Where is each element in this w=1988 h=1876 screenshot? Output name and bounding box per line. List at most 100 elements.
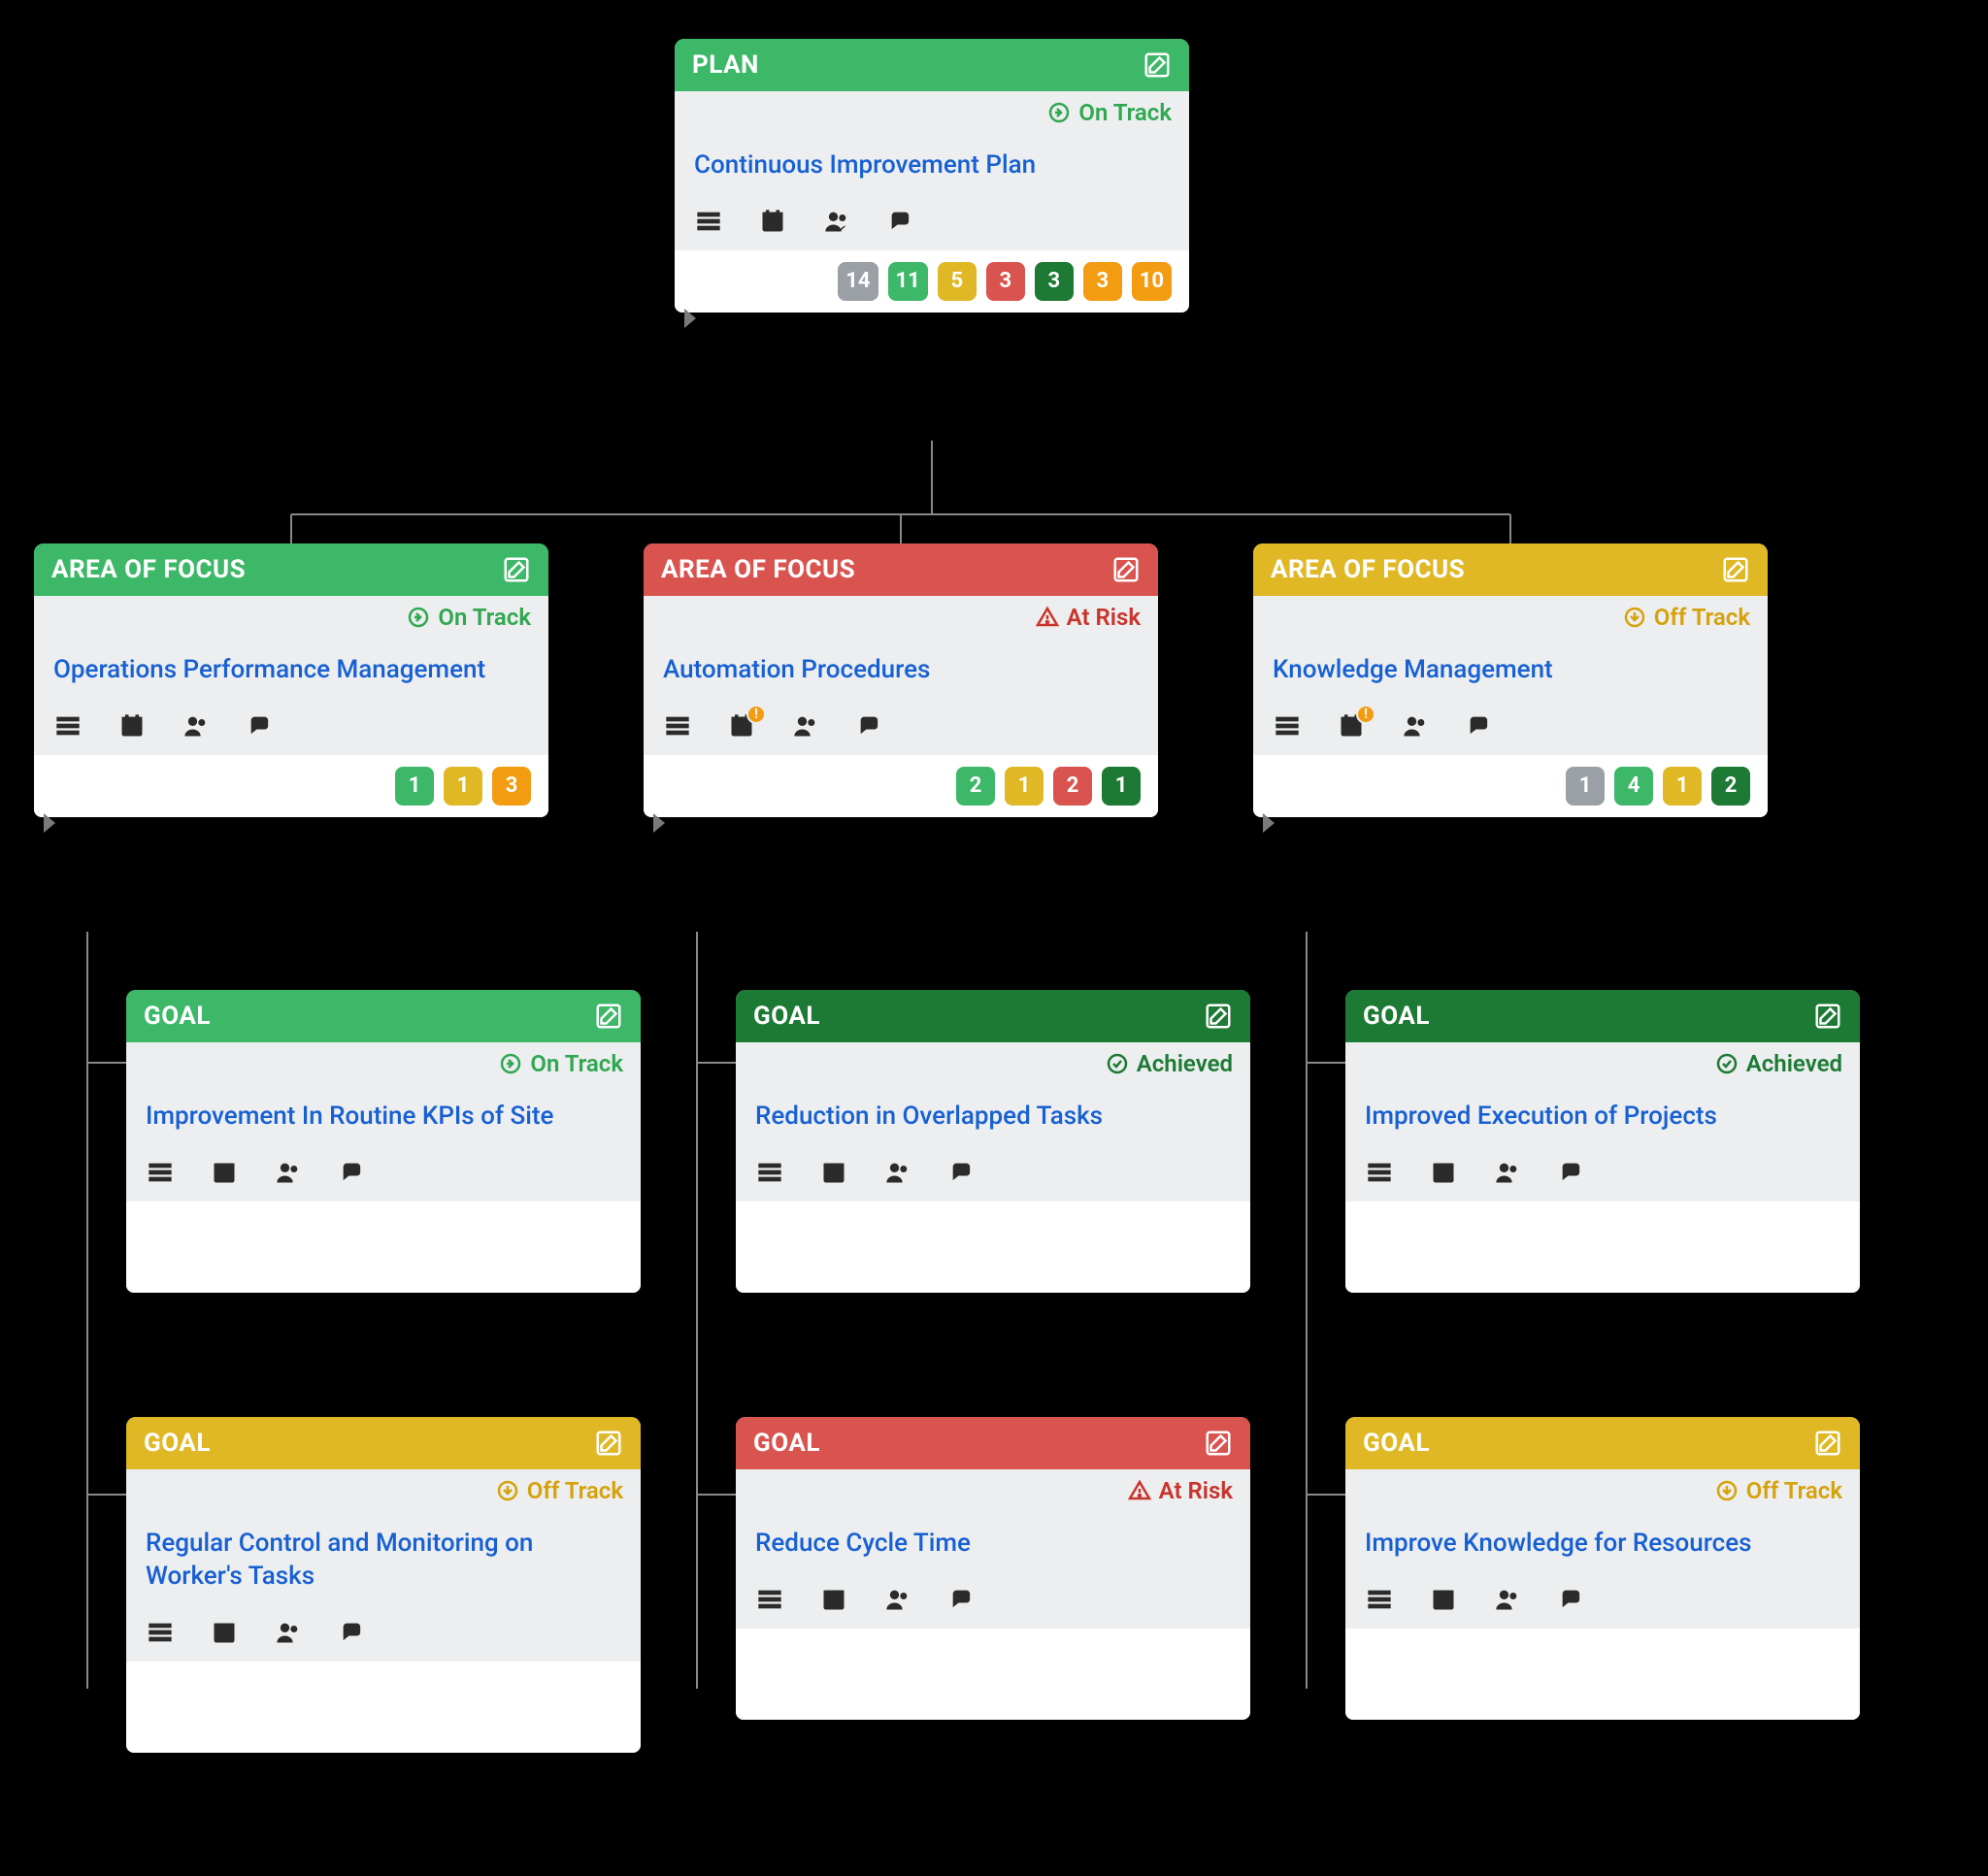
- edit-icon[interactable]: [1143, 50, 1172, 80]
- card-header: GOAL: [1345, 990, 1860, 1042]
- count-badge[interactable]: 11: [888, 262, 928, 301]
- card-header: AREA OF FOCUS: [1253, 543, 1768, 596]
- card-title[interactable]: Operations Performance Management: [34, 639, 548, 705]
- card-title[interactable]: Continuous Improvement Plan: [675, 134, 1189, 200]
- users-icon[interactable]: [883, 1586, 912, 1613]
- status-row: Achieved: [1345, 1042, 1860, 1085]
- list-icon[interactable]: [755, 1586, 784, 1613]
- count-badge[interactable]: 2: [1053, 767, 1092, 806]
- list-icon[interactable]: [694, 208, 723, 235]
- edit-icon[interactable]: [502, 555, 531, 584]
- count-badge[interactable]: 2: [956, 767, 995, 806]
- chat-icon[interactable]: [1557, 1586, 1586, 1613]
- edit-icon[interactable]: [594, 1002, 623, 1031]
- icons-row: [34, 705, 548, 755]
- count-badge[interactable]: 3: [1083, 262, 1122, 301]
- expand-caret-icon[interactable]: [653, 813, 665, 833]
- chat-icon[interactable]: [886, 208, 915, 235]
- calendar-icon[interactable]: !: [1337, 712, 1366, 740]
- users-icon[interactable]: [822, 208, 851, 235]
- expand-caret-icon[interactable]: [1263, 813, 1275, 833]
- card-title[interactable]: Improve Knowledge for Resources: [1345, 1512, 1860, 1578]
- users-icon[interactable]: [791, 712, 820, 740]
- chat-icon[interactable]: [246, 712, 275, 740]
- icons-row: [675, 200, 1189, 250]
- count-badge[interactable]: 2: [1711, 767, 1750, 806]
- card-title[interactable]: Regular Control and Monitoring on Worker…: [126, 1512, 641, 1611]
- count-badge[interactable]: 1: [1005, 767, 1044, 806]
- chat-icon[interactable]: [947, 1159, 977, 1186]
- chat-icon[interactable]: [1465, 712, 1494, 740]
- expand-caret-icon[interactable]: [44, 813, 55, 833]
- edit-icon[interactable]: [594, 1429, 623, 1458]
- status-row: On Track: [126, 1042, 641, 1085]
- warning-triangle-icon: [1036, 606, 1059, 629]
- list-icon[interactable]: [1365, 1586, 1394, 1613]
- edit-icon[interactable]: [1721, 555, 1750, 584]
- calendar-icon[interactable]: !: [727, 712, 756, 740]
- card-title[interactable]: Reduction in Overlapped Tasks: [736, 1085, 1250, 1151]
- status-label: On Track: [1078, 99, 1172, 126]
- count-badge[interactable]: 1: [1102, 767, 1141, 806]
- status-label: Off Track: [527, 1477, 623, 1504]
- list-icon[interactable]: [53, 712, 83, 740]
- calendar-icon[interactable]: [758, 208, 787, 235]
- counts-row: 1 4 1 2: [1253, 755, 1768, 817]
- chat-icon[interactable]: [855, 712, 884, 740]
- count-badge[interactable]: 10: [1132, 262, 1172, 301]
- card-title[interactable]: Automation Procedures: [644, 639, 1158, 705]
- count-badge[interactable]: 4: [1614, 767, 1653, 806]
- count-badge[interactable]: 1: [395, 767, 434, 806]
- list-icon[interactable]: [663, 712, 692, 740]
- calendar-icon[interactable]: [1429, 1586, 1458, 1613]
- count-badge[interactable]: 14: [838, 262, 878, 301]
- count-badge[interactable]: 3: [492, 767, 531, 806]
- card-title[interactable]: Knowledge Management: [1253, 639, 1768, 705]
- calendar-icon[interactable]: [210, 1159, 239, 1186]
- list-icon[interactable]: [1273, 712, 1302, 740]
- card-footer: [736, 1629, 1250, 1720]
- count-badge[interactable]: 3: [1035, 262, 1074, 301]
- chat-icon[interactable]: [947, 1586, 977, 1613]
- list-icon[interactable]: [755, 1159, 784, 1186]
- users-icon[interactable]: [274, 1159, 303, 1186]
- status-row: Off Track: [1253, 596, 1768, 639]
- count-badge[interactable]: 1: [1663, 767, 1702, 806]
- calendar-icon[interactable]: [819, 1159, 848, 1186]
- users-icon[interactable]: [182, 712, 211, 740]
- calendar-icon[interactable]: [117, 712, 147, 740]
- card-title[interactable]: Improvement In Routine KPIs of Site: [126, 1085, 641, 1151]
- arrow-circle-down-icon: [1623, 606, 1646, 629]
- edit-icon[interactable]: [1204, 1429, 1233, 1458]
- calendar-icon[interactable]: [1429, 1159, 1458, 1186]
- expand-caret-icon[interactable]: [684, 309, 696, 328]
- edit-icon[interactable]: [1813, 1002, 1842, 1031]
- area-card-automation: AREA OF FOCUS At Risk Automation Procedu…: [644, 543, 1158, 817]
- users-icon[interactable]: [1493, 1586, 1522, 1613]
- count-badge[interactable]: 3: [986, 262, 1025, 301]
- edit-icon[interactable]: [1204, 1002, 1233, 1031]
- chat-icon[interactable]: [338, 1159, 367, 1186]
- calendar-icon[interactable]: [210, 1619, 239, 1646]
- status-label: On Track: [530, 1050, 623, 1077]
- users-icon[interactable]: [1493, 1159, 1522, 1186]
- card-title[interactable]: Reduce Cycle Time: [736, 1512, 1250, 1578]
- count-badge[interactable]: 1: [444, 767, 482, 806]
- list-icon[interactable]: [1365, 1159, 1394, 1186]
- counts-row: 14 11 5 3 3 3 10: [675, 250, 1189, 313]
- arrow-circle-right-icon: [499, 1052, 522, 1075]
- chat-icon[interactable]: [338, 1619, 367, 1646]
- users-icon[interactable]: [1401, 712, 1430, 740]
- users-icon[interactable]: [274, 1619, 303, 1646]
- chat-icon[interactable]: [1557, 1159, 1586, 1186]
- list-icon[interactable]: [146, 1619, 175, 1646]
- card-footer: [1345, 1629, 1860, 1720]
- edit-icon[interactable]: [1813, 1429, 1842, 1458]
- card-title[interactable]: Improved Execution of Projects: [1345, 1085, 1860, 1151]
- list-icon[interactable]: [146, 1159, 175, 1186]
- calendar-icon[interactable]: [819, 1586, 848, 1613]
- count-badge[interactable]: 5: [938, 262, 977, 301]
- edit-icon[interactable]: [1111, 555, 1141, 584]
- users-icon[interactable]: [883, 1159, 912, 1186]
- count-badge[interactable]: 1: [1566, 767, 1605, 806]
